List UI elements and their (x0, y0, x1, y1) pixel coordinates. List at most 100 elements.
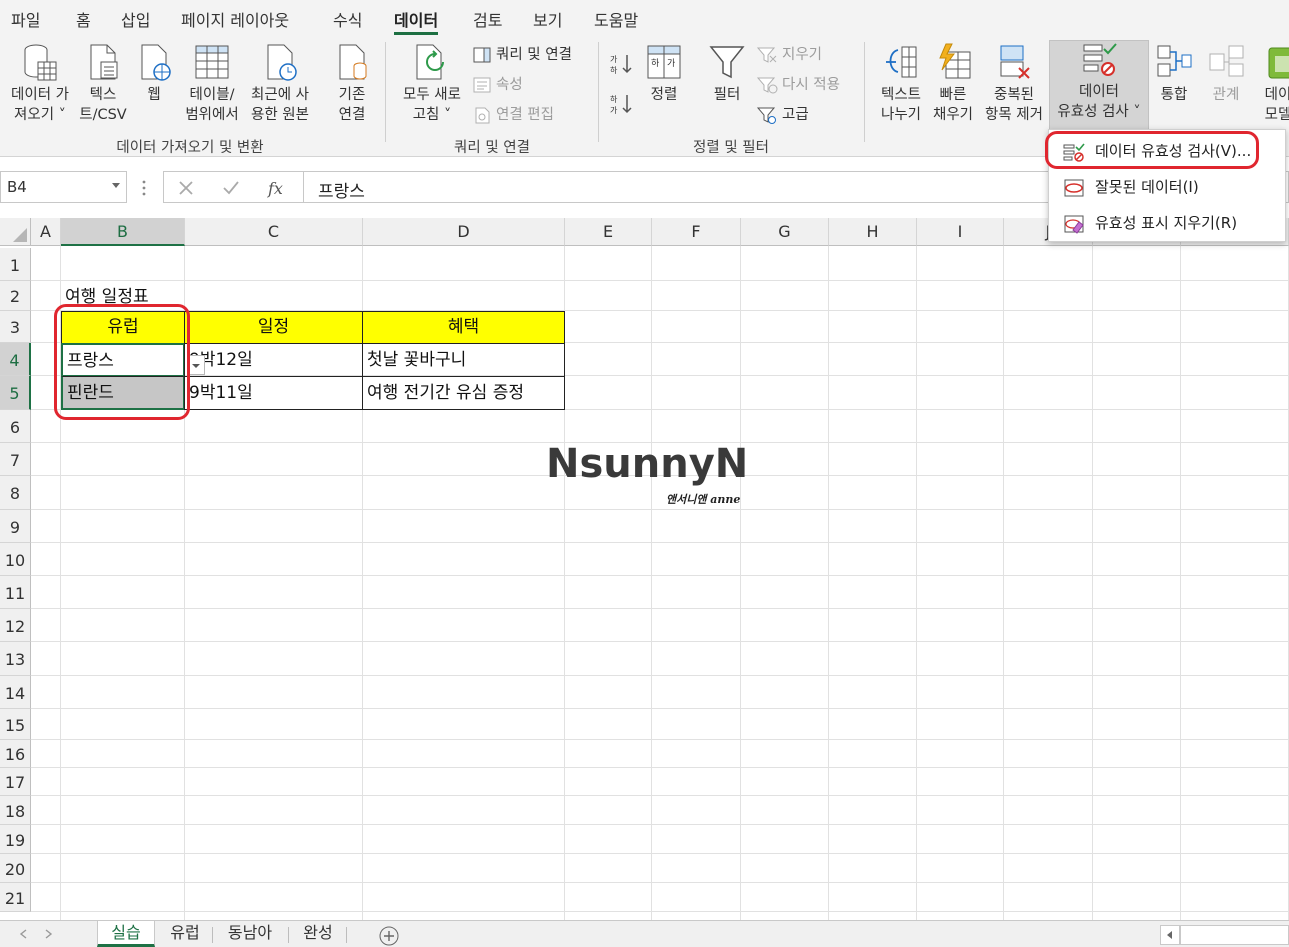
cell-c5[interactable]: 9박11일 (184, 376, 363, 410)
column-header-i[interactable]: I (917, 218, 1004, 246)
row-header-16[interactable]: 16 (0, 740, 31, 768)
advanced-filter-button[interactable]: 고급 (756, 104, 809, 126)
row-header-13[interactable]: 13 (0, 642, 31, 676)
tab-home[interactable]: 홈 (76, 7, 91, 33)
column-header-a[interactable]: A (31, 218, 61, 246)
scroll-right-icon[interactable] (44, 928, 54, 940)
relationships-button[interactable]: 관계 (1204, 42, 1248, 134)
queries-connections-button[interactable]: 쿼리 및 연결 (472, 44, 572, 66)
column-header-h[interactable]: H (829, 218, 917, 246)
insert-function-icon[interactable]: fx (266, 178, 288, 198)
horizontal-scrollbar[interactable] (1180, 925, 1289, 945)
consolidate-button[interactable]: 통합 (1152, 42, 1196, 134)
text-to-columns-button[interactable]: 텍스트 나누기 (874, 42, 928, 134)
cell-d5[interactable]: 여행 전기간 유심 증정 (362, 376, 565, 410)
tab-file[interactable]: 파일 (11, 7, 40, 33)
column-header-e[interactable]: E (565, 218, 652, 246)
refresh-all-button[interactable]: 모두 새로 고침 ˅ (396, 42, 468, 134)
clear-filter-button[interactable]: 지우기 (756, 44, 822, 66)
sheet-tab-europe[interactable]: 유럽 (160, 921, 210, 947)
name-box[interactable]: B4 (0, 171, 127, 203)
text-csv-button[interactable]: 텍스 트/CSV (76, 42, 130, 134)
row-header-7[interactable]: 7 (0, 443, 31, 476)
row-header-6[interactable]: 6 (0, 410, 31, 443)
menu-item-clear-validation[interactable]: 유효성 표시 지우기(R) (1063, 211, 1237, 235)
sort-descending-button[interactable]: 하가 (610, 92, 638, 115)
sort-button[interactable]: 하가 정렬 (642, 42, 686, 134)
column-header-b[interactable]: B (61, 218, 185, 246)
row-header-17[interactable]: 17 (0, 768, 31, 796)
get-data-button[interactable]: 데이터 가 져오기 ˅ (4, 42, 76, 134)
header-cell-benefit[interactable]: 혜택 (362, 311, 565, 344)
properties-icon (473, 77, 491, 93)
sheet-tab-practice[interactable]: 실습 (97, 921, 155, 947)
from-table-range-button[interactable]: 테이블/ 범위에서 (180, 42, 244, 134)
row-header-3[interactable]: 3 (0, 311, 31, 343)
list-dropdown-arrow[interactable] (187, 355, 205, 375)
tab-separator (288, 927, 289, 943)
menu-item-invalid-data[interactable]: 잘못된 데이터(I) (1063, 175, 1199, 199)
recent-sources-button[interactable]: 최근에 사 용한 원본 (244, 42, 316, 134)
row-header-9[interactable]: 9 (0, 510, 31, 543)
chevron-down-icon[interactable] (112, 183, 120, 188)
existing-conn-label-1: 기존 (338, 87, 366, 103)
row-header-4[interactable]: 4 (0, 343, 31, 376)
data-validation-menu: 데이터 유효성 검사(V)... 잘못된 데이터(I) 유효성 표시 지우기(R… (1048, 129, 1286, 242)
tab-formulas[interactable]: 수식 (333, 7, 362, 33)
row-header-19[interactable]: 19 (0, 825, 31, 854)
cell-b5[interactable]: 핀란드 (61, 376, 185, 410)
row-header-18[interactable]: 18 (0, 796, 31, 825)
row-header-15[interactable]: 15 (0, 709, 31, 740)
clear-filter-icon (756, 47, 777, 63)
sheet-tab-complete[interactable]: 완성 (292, 921, 344, 947)
grid-line (916, 246, 917, 920)
cell-b4[interactable]: 프랑스 (61, 343, 185, 377)
cancel-icon[interactable] (178, 180, 194, 196)
tab-insert[interactable]: 삽입 (121, 7, 150, 33)
flash-fill-button[interactable]: 빠른 채우기 (928, 42, 978, 134)
web-button[interactable]: 웹 (134, 42, 174, 134)
scroll-left-icon[interactable] (18, 928, 28, 940)
more-dots-icon[interactable] (142, 179, 146, 197)
row-header-20[interactable]: 20 (0, 854, 31, 883)
column-header-c[interactable]: C (185, 218, 363, 246)
row-header-14[interactable]: 14 (0, 676, 31, 709)
row-header-8[interactable]: 8 (0, 476, 31, 510)
tab-view[interactable]: 보기 (533, 7, 562, 33)
row-header-11[interactable]: 11 (0, 576, 31, 609)
header-cell-europe[interactable]: 유럽 (61, 311, 185, 344)
row-header-1[interactable]: 1 (0, 248, 31, 281)
sheet-title[interactable]: 여행 일정표 (61, 281, 149, 314)
grid-line (31, 542, 1289, 543)
properties-button[interactable]: 속성 (472, 74, 523, 96)
existing-connections-button[interactable]: 기존 연결 (330, 42, 374, 134)
tab-data[interactable]: 데이터 (394, 7, 439, 35)
select-all-corner[interactable] (0, 218, 31, 246)
remove-duplicates-button[interactable]: 중복된 항목 제거 (980, 42, 1048, 134)
row-header-12[interactable]: 12 (0, 609, 31, 642)
confirm-check-icon[interactable] (222, 180, 240, 196)
edit-links-button[interactable]: 연결 편집 (472, 104, 554, 126)
cell-c4[interactable]: 9박12일 (184, 343, 363, 377)
column-header-f[interactable]: F (652, 218, 741, 246)
filter-button[interactable]: 필터 (704, 42, 750, 134)
row-header-10[interactable]: 10 (0, 543, 31, 576)
data-validation-button[interactable]: 데이터 유효성 검사 ˅ (1049, 40, 1149, 130)
cell-d4[interactable]: 첫날 꽃바구니 (362, 343, 565, 377)
reapply-button[interactable]: 다시 적용 (756, 74, 840, 96)
row-header-2[interactable]: 2 (0, 281, 31, 311)
header-cell-schedule[interactable]: 일정 (184, 311, 363, 344)
tab-page-layout[interactable]: 페이지 레이아웃 (181, 7, 289, 33)
hscroll-left-button[interactable] (1160, 925, 1180, 945)
add-sheet-icon[interactable] (378, 925, 400, 947)
sort-ascending-button[interactable]: 가하 (610, 52, 638, 75)
menu-item-data-validation[interactable]: 데이터 유효성 검사(V)... (1063, 139, 1251, 163)
tab-review[interactable]: 검토 (473, 7, 502, 33)
column-header-d[interactable]: D (363, 218, 565, 246)
row-header-5[interactable]: 5 (0, 376, 31, 410)
tab-help[interactable]: 도움말 (594, 7, 638, 33)
sheet-tab-southeast-asia[interactable]: 동남아 (216, 921, 284, 947)
column-header-g[interactable]: G (741, 218, 829, 246)
row-header-21[interactable]: 21 (0, 883, 31, 912)
data-model-button[interactable]: 데이 모델 (1256, 42, 1289, 134)
